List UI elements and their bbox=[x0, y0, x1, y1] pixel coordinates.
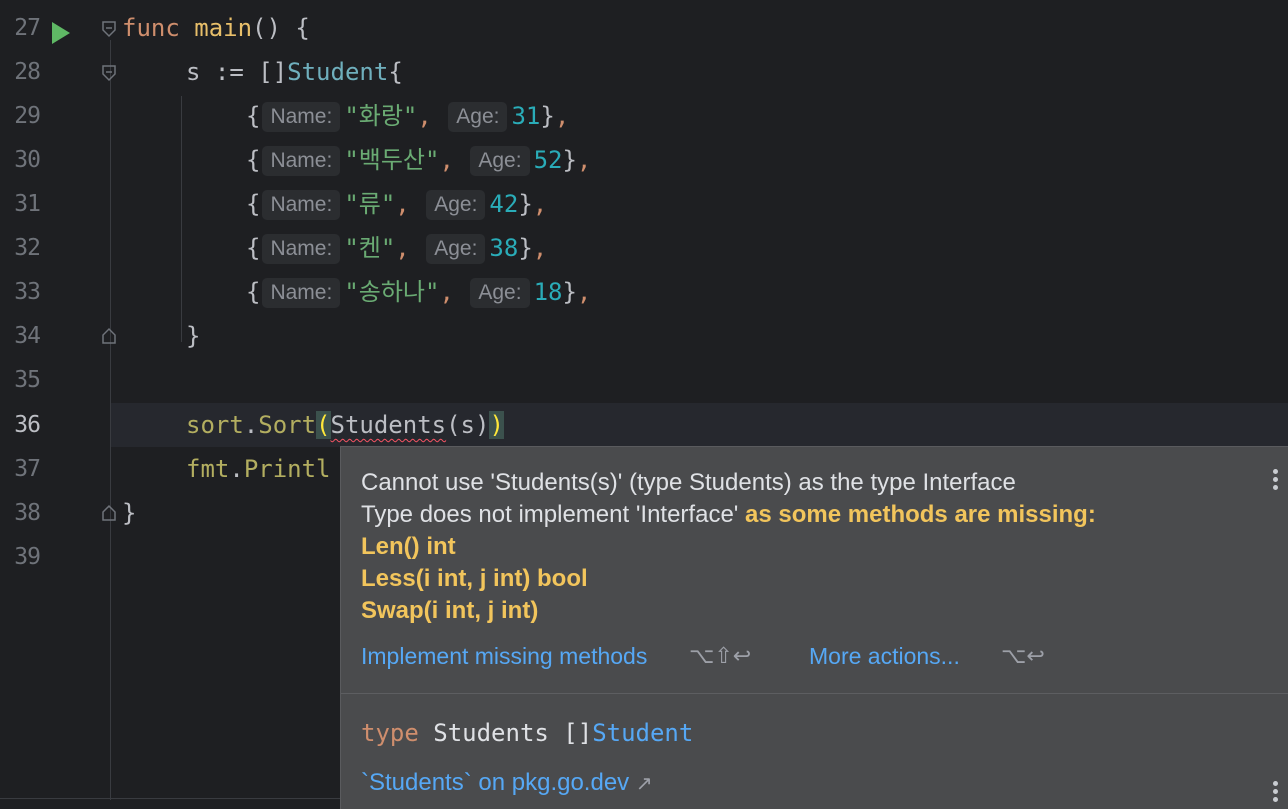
param-hint: Age: bbox=[470, 278, 530, 308]
error-line-1: Cannot use 'Students(s)' (type Students)… bbox=[361, 469, 1016, 496]
missing-method: Less(i int, j int) bool bbox=[361, 565, 588, 592]
code-line-34[interactable]: 34 } bbox=[0, 314, 1288, 358]
fold-icon[interactable] bbox=[101, 20, 117, 38]
code-text: s := []Student{ bbox=[186, 58, 403, 86]
fold-end-icon[interactable] bbox=[101, 327, 117, 345]
code-text: } bbox=[186, 322, 201, 350]
run-icon[interactable] bbox=[52, 22, 70, 44]
more-options-icon[interactable] bbox=[1273, 781, 1279, 805]
editor-bottom-border bbox=[0, 798, 340, 799]
code-text: {Name: "화랑", Age: 31}, bbox=[246, 102, 570, 132]
code-text: {Name: "류", Age: 42}, bbox=[246, 190, 548, 220]
type-declaration: type Students []Student bbox=[361, 719, 694, 747]
code-text: sort.Sort(Students(s)) bbox=[186, 411, 504, 439]
param-hint: Age: bbox=[426, 234, 486, 264]
line-number: 37 bbox=[14, 456, 41, 482]
line-number: 38 bbox=[14, 500, 41, 526]
code-line-31[interactable]: 31 {Name: "류", Age: 42}, bbox=[0, 182, 1288, 226]
code-line-27[interactable]: 27 func main() { bbox=[0, 6, 1288, 50]
missing-method: Swap(i int, j int) bbox=[361, 597, 539, 624]
popup-divider bbox=[341, 693, 1288, 694]
line-number: 27 bbox=[14, 15, 41, 41]
code-line-32[interactable]: 32 {Name: "켄", Age: 38}, bbox=[0, 226, 1288, 270]
more-options-icon[interactable] bbox=[1273, 469, 1279, 493]
code-text: fmt.Printl bbox=[186, 455, 331, 483]
param-hint: Age: bbox=[470, 146, 530, 176]
code-text: {Name: "백두산", Age: 52}, bbox=[246, 146, 592, 176]
line-number: 31 bbox=[14, 191, 41, 217]
code-line-36[interactable]: 36 sort.Sort(Students(s)) bbox=[0, 403, 1288, 447]
line-number: 33 bbox=[14, 279, 41, 305]
param-hint: Name: bbox=[262, 102, 341, 132]
shortcut-hint: ⌥↩ bbox=[1001, 643, 1045, 668]
code-line-33[interactable]: 33 {Name: "송하나", Age: 18}, bbox=[0, 270, 1288, 314]
more-actions-link[interactable]: More actions... bbox=[809, 643, 960, 670]
external-link-icon: ↗ bbox=[635, 773, 653, 795]
line-number: 28 bbox=[14, 59, 41, 85]
error-line-2-highlight: as some methods are missing: bbox=[745, 501, 1096, 528]
param-hint: Name: bbox=[262, 190, 341, 220]
param-hint: Name: bbox=[262, 146, 341, 176]
line-number: 29 bbox=[14, 103, 41, 129]
param-hint: Age: bbox=[448, 102, 508, 132]
code-line-30[interactable]: 30 {Name: "백두산", Age: 52}, bbox=[0, 138, 1288, 182]
code-line-29[interactable]: 29 {Name: "화랑", Age: 31}, bbox=[0, 94, 1288, 138]
param-hint: Age: bbox=[426, 190, 486, 220]
code-text: } bbox=[122, 499, 137, 527]
param-hint: Name: bbox=[262, 234, 341, 264]
implement-missing-methods-link[interactable]: Implement missing methods bbox=[361, 643, 673, 670]
shortcut-hint: ⌥⇧↩ bbox=[689, 643, 752, 668]
code-text: {Name: "송하나", Age: 18}, bbox=[246, 278, 592, 308]
error-popup: Cannot use 'Students(s)' (type Students)… bbox=[340, 446, 1288, 809]
param-hint: Name: bbox=[262, 278, 341, 308]
error-line-2: Type does not implement 'Interface' bbox=[361, 501, 746, 528]
missing-method: Len() int bbox=[361, 533, 456, 560]
pkg-go-dev-link[interactable]: `Students` on pkg.go.dev ↗ bbox=[361, 769, 653, 797]
fold-icon[interactable] bbox=[101, 64, 117, 82]
code-text: {Name: "켄", Age: 38}, bbox=[246, 234, 548, 264]
fold-end-icon[interactable] bbox=[101, 504, 117, 522]
code-line-35[interactable]: 35 bbox=[0, 358, 1288, 402]
line-number: 39 bbox=[14, 544, 41, 570]
line-number: 35 bbox=[14, 367, 41, 393]
code-line-28[interactable]: 28 s := []Student{ bbox=[0, 50, 1288, 94]
error-underline: Students bbox=[330, 411, 447, 439]
line-number: 34 bbox=[14, 323, 41, 349]
error-message: Cannot use 'Students(s)' (type Students)… bbox=[361, 467, 1096, 627]
line-number: 30 bbox=[14, 147, 41, 173]
line-number: 36 bbox=[14, 412, 41, 438]
line-number: 32 bbox=[14, 235, 41, 261]
code-text: func main() { bbox=[122, 14, 310, 42]
